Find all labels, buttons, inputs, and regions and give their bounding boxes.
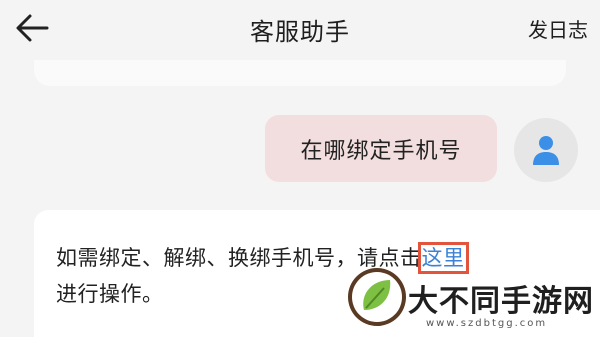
- site-watermark: 大不同手游网 www.szdbtgg.com: [340, 262, 600, 337]
- user-message-text: 在哪绑定手机号: [300, 138, 462, 164]
- page-title: 客服助手: [250, 18, 350, 46]
- send-log-button[interactable]: 发日志: [528, 14, 588, 43]
- user-message-bubble: 在哪绑定手机号: [265, 115, 497, 182]
- user-icon: [533, 136, 559, 165]
- user-avatar[interactable]: [514, 118, 578, 182]
- bot-message-suffix: 进行操作。: [56, 282, 164, 306]
- watermark-name: 大不同手游网: [408, 284, 594, 319]
- previous-message-bubble: [34, 60, 566, 86]
- top-bar: 客服助手 发日志: [0, 0, 600, 60]
- watermark-url: www.szdbtgg.com: [426, 318, 548, 329]
- leaf-logo-icon: [348, 268, 406, 326]
